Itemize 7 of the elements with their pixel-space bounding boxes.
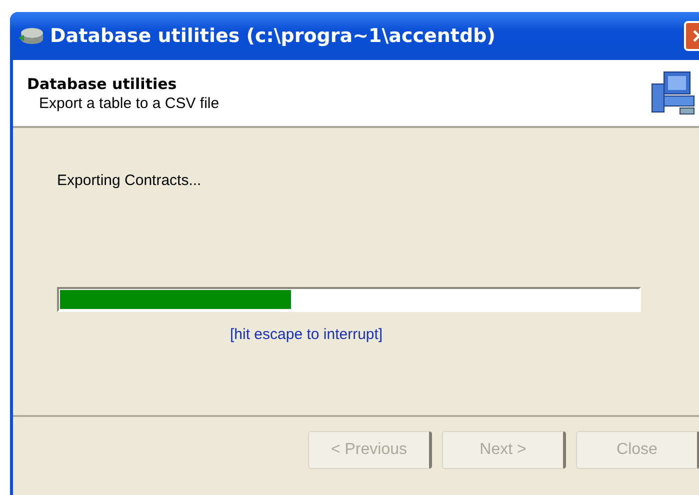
header-title: Database utilities xyxy=(27,74,178,92)
computer-icon xyxy=(650,70,696,116)
hint-text: [hit escape to interrupt] xyxy=(230,326,384,343)
header-subtitle: Export a table to a CSV file xyxy=(39,94,220,112)
window-title: Database utilities (c:\progra~1\accentdb) xyxy=(50,25,496,47)
database-icon xyxy=(18,25,44,47)
status-text: Exporting Contracts... xyxy=(57,172,202,189)
